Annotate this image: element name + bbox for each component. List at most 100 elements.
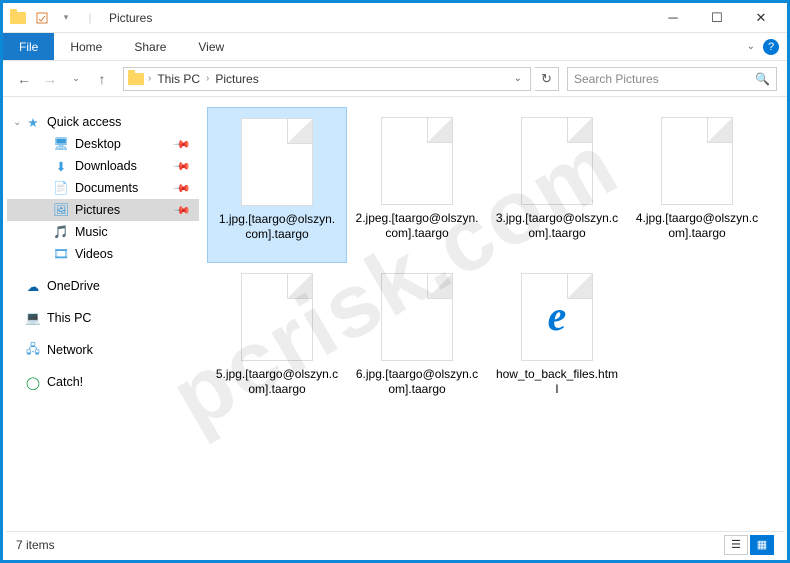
file-icon (241, 118, 313, 206)
star-icon: ★ (25, 114, 41, 130)
chevron-down-icon[interactable]: ⌄ (13, 117, 21, 128)
sidebar-network[interactable]: 🖧 Network (7, 339, 199, 361)
catch-icon: ◯ (25, 374, 41, 390)
sidebar-item-desktop[interactable]: 🖥 Desktop 📌 (7, 133, 199, 155)
close-button[interactable]: ✕ (739, 4, 783, 32)
file-name: 4.jpg.[taargo@olszyn.com].taargo (627, 211, 767, 241)
file-name: 3.jpg.[taargo@olszyn.com].taargo (487, 211, 627, 241)
pictures-icon: 🖼 (53, 202, 69, 218)
ribbon-collapse-icon[interactable]: ⌄ (747, 41, 755, 52)
quick-access-toolbar: ▾ | (7, 7, 101, 29)
thispc-icon: 💻 (25, 310, 41, 326)
file-name: how_to_back_files.html (487, 367, 627, 397)
sidebar-item-label: Documents (75, 181, 138, 195)
file-name: 6.jpg.[taargo@olszyn.com].taargo (347, 367, 487, 397)
file-name: 1.jpg.[taargo@olszyn.com].taargo (208, 212, 346, 242)
videos-icon: 🎞 (53, 246, 69, 262)
address-dropdown-icon[interactable]: ⌄ (510, 73, 526, 84)
file-icon (381, 273, 453, 361)
sidebar-catch[interactable]: ◯ Catch! (7, 371, 199, 393)
onedrive-icon: ☁ (25, 278, 41, 294)
ribbon: File Home Share View ⌄ ? (3, 33, 787, 61)
breadcrumb-pictures[interactable]: Pictures (213, 72, 260, 86)
file-icon (661, 117, 733, 205)
body: ⌄ ★ Quick access 🖥 Desktop 📌 ⬇ Downloads 📌 📄… (3, 97, 787, 532)
help-button[interactable]: ? (763, 39, 779, 55)
file-item[interactable]: 3.jpg.[taargo@olszyn.com].taargo (487, 107, 627, 263)
window-controls: ─ ☐ ✕ (651, 4, 783, 32)
pin-icon: 📌 (173, 179, 192, 198)
file-item[interactable]: 1.jpg.[taargo@olszyn.com].taargo (207, 107, 347, 263)
sidebar-thispc[interactable]: 💻 This PC (7, 307, 199, 329)
sidebar-onedrive[interactable]: ☁ OneDrive (7, 275, 199, 297)
pin-icon: 📌 (173, 135, 192, 154)
sidebar-item-videos[interactable]: 🎞 Videos (7, 243, 199, 265)
file-item[interactable]: 2.jpeg.[taargo@olszyn.com].taargo (347, 107, 487, 263)
qat-separator: | (79, 7, 101, 29)
sidebar-item-label: Quick access (47, 115, 121, 129)
chevron-right-icon: › (148, 73, 151, 84)
explorer-icon[interactable] (7, 7, 29, 29)
view-switcher: ☰ ▦ (724, 535, 774, 555)
sidebar-item-label: This PC (47, 311, 91, 325)
file-icon (241, 273, 313, 361)
music-icon: 🎵 (53, 224, 69, 240)
title-bar: ▾ | Pictures ─ ☐ ✕ (3, 3, 787, 33)
sidebar-item-documents[interactable]: 📄 Documents 📌 (7, 177, 199, 199)
sidebar-item-label: Pictures (75, 203, 120, 217)
file-item[interactable]: e how_to_back_files.html (487, 263, 627, 419)
file-tab[interactable]: File (3, 33, 54, 60)
documents-icon: 📄 (53, 180, 69, 196)
file-icon (381, 117, 453, 205)
chevron-right-icon: › (206, 73, 209, 84)
file-item[interactable]: 5.jpg.[taargo@olszyn.com].taargo (207, 263, 347, 419)
item-count: 7 items (16, 538, 55, 552)
recent-dropdown-icon[interactable]: ⌄ (65, 68, 87, 90)
file-item[interactable]: 4.jpg.[taargo@olszyn.com].taargo (627, 107, 767, 263)
tab-share[interactable]: Share (118, 33, 182, 60)
sidebar-item-label: Music (75, 225, 108, 239)
details-view-button[interactable]: ☰ (724, 535, 748, 555)
folder-icon (128, 73, 144, 85)
qat-dropdown-icon[interactable]: ▾ (55, 7, 77, 29)
refresh-button[interactable]: ↻ (535, 67, 559, 91)
address-bar[interactable]: › This PC › Pictures ⌄ (123, 67, 531, 91)
sidebar-item-label: Downloads (75, 159, 137, 173)
network-icon: 🖧 (25, 342, 41, 358)
navigation-bar: ← → ⌄ ↑ › This PC › Pictures ⌄ ↻ Search … (3, 61, 787, 97)
pin-icon: 📌 (173, 201, 192, 220)
edge-icon: e (521, 273, 593, 361)
qat-properties-icon[interactable] (31, 7, 53, 29)
minimize-button[interactable]: ─ (651, 4, 695, 32)
tab-home[interactable]: Home (54, 33, 118, 60)
window-title: Pictures (109, 11, 152, 25)
sidebar-item-music[interactable]: 🎵 Music (7, 221, 199, 243)
search-input[interactable]: Search Pictures 🔍 (567, 67, 777, 91)
forward-button[interactable]: → (39, 68, 61, 90)
thumbnails-view-button[interactable]: ▦ (750, 535, 774, 555)
breadcrumb-thispc[interactable]: This PC (155, 72, 202, 86)
tab-view[interactable]: View (182, 33, 240, 60)
navigation-pane: ⌄ ★ Quick access 🖥 Desktop 📌 ⬇ Downloads 📌 📄… (3, 97, 203, 532)
search-icon: 🔍 (755, 72, 770, 86)
status-bar: 7 items ☰ ▦ (6, 531, 784, 557)
file-icon (521, 117, 593, 205)
sidebar-item-label: Network (47, 343, 93, 357)
pin-icon: 📌 (173, 157, 192, 176)
desktop-icon: 🖥 (53, 136, 69, 152)
sidebar-item-label: OneDrive (47, 279, 100, 293)
sidebar-item-downloads[interactable]: ⬇ Downloads 📌 (7, 155, 199, 177)
file-name: 5.jpg.[taargo@olszyn.com].taargo (207, 367, 347, 397)
back-button[interactable]: ← (13, 68, 35, 90)
sidebar-item-pictures[interactable]: 🖼 Pictures 📌 (7, 199, 199, 221)
maximize-button[interactable]: ☐ (695, 4, 739, 32)
sidebar-item-label: Videos (75, 247, 113, 261)
up-button[interactable]: ↑ (91, 68, 113, 90)
downloads-icon: ⬇ (53, 158, 69, 174)
file-pane[interactable]: 1.jpg.[taargo@olszyn.com].taargo 2.jpeg.… (203, 97, 787, 532)
sidebar-quick-access[interactable]: ⌄ ★ Quick access (7, 111, 199, 133)
file-item[interactable]: 6.jpg.[taargo@olszyn.com].taargo (347, 263, 487, 419)
search-placeholder: Search Pictures (574, 72, 659, 86)
sidebar-item-label: Desktop (75, 137, 121, 151)
sidebar-item-label: Catch! (47, 375, 83, 389)
